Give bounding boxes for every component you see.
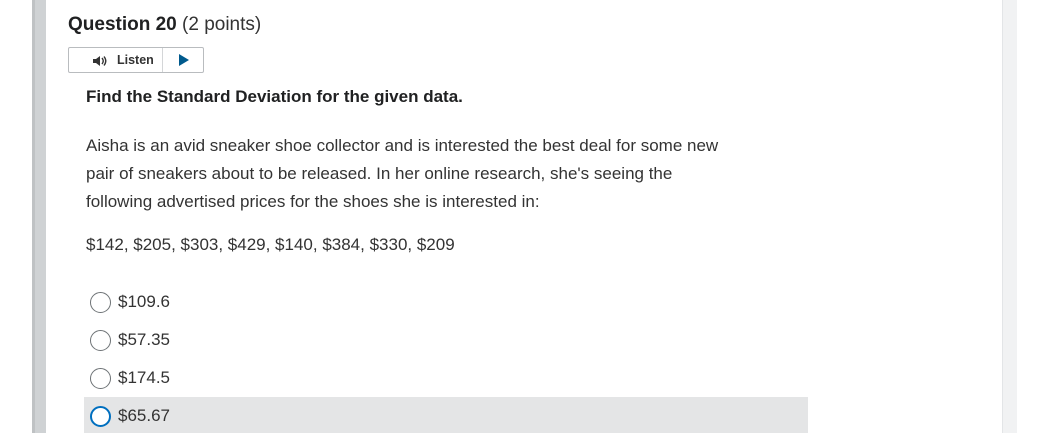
left-gutter-edge: [32, 0, 35, 433]
question-body-line: pair of sneakers about to be released. I…: [86, 164, 673, 183]
question-body: Aisha is an avid sneaker shoe collector …: [86, 132, 806, 216]
speaker-icon: [93, 56, 107, 66]
right-panel-edge: [1002, 0, 1017, 433]
question-instruction: Find the Standard Deviation for the give…: [86, 87, 463, 106]
answer-option[interactable]: $174.5: [84, 359, 808, 397]
answer-option-focused[interactable]: $65.67: [84, 397, 808, 433]
answer-option-label: $109.6: [118, 292, 170, 311]
question-title: Question 20: [68, 14, 177, 35]
answer-option-label: $57.35: [118, 330, 170, 349]
play-icon: [178, 54, 189, 66]
data-values: $142, $205, $303, $429, $140, $384, $330…: [86, 235, 455, 254]
listen-control: Listen: [68, 47, 204, 73]
answer-option[interactable]: $57.35: [84, 321, 808, 359]
answer-options: $109.6 $57.35 $174.5 $65.67: [84, 283, 808, 433]
radio-button[interactable]: [90, 292, 111, 313]
answer-option-label: $174.5: [118, 368, 170, 387]
radio-button[interactable]: [90, 368, 111, 389]
quiz-page: Question 20 (2 points) Listen Find the S…: [0, 0, 1053, 433]
question-points: (2 points): [182, 14, 262, 35]
radio-button[interactable]: [90, 406, 111, 427]
listen-label: Listen: [117, 53, 154, 67]
question-body-line: following advertised prices for the shoe…: [86, 192, 540, 211]
radio-button[interactable]: [90, 330, 111, 351]
question-body-line: Aisha is an avid sneaker shoe collector …: [86, 136, 719, 155]
play-button[interactable]: [163, 48, 203, 72]
answer-option[interactable]: $109.6: [84, 283, 808, 321]
answer-option-label: $65.67: [118, 406, 170, 425]
question-header: Question 20 (2 points): [68, 14, 261, 36]
listen-button[interactable]: Listen: [69, 48, 163, 72]
